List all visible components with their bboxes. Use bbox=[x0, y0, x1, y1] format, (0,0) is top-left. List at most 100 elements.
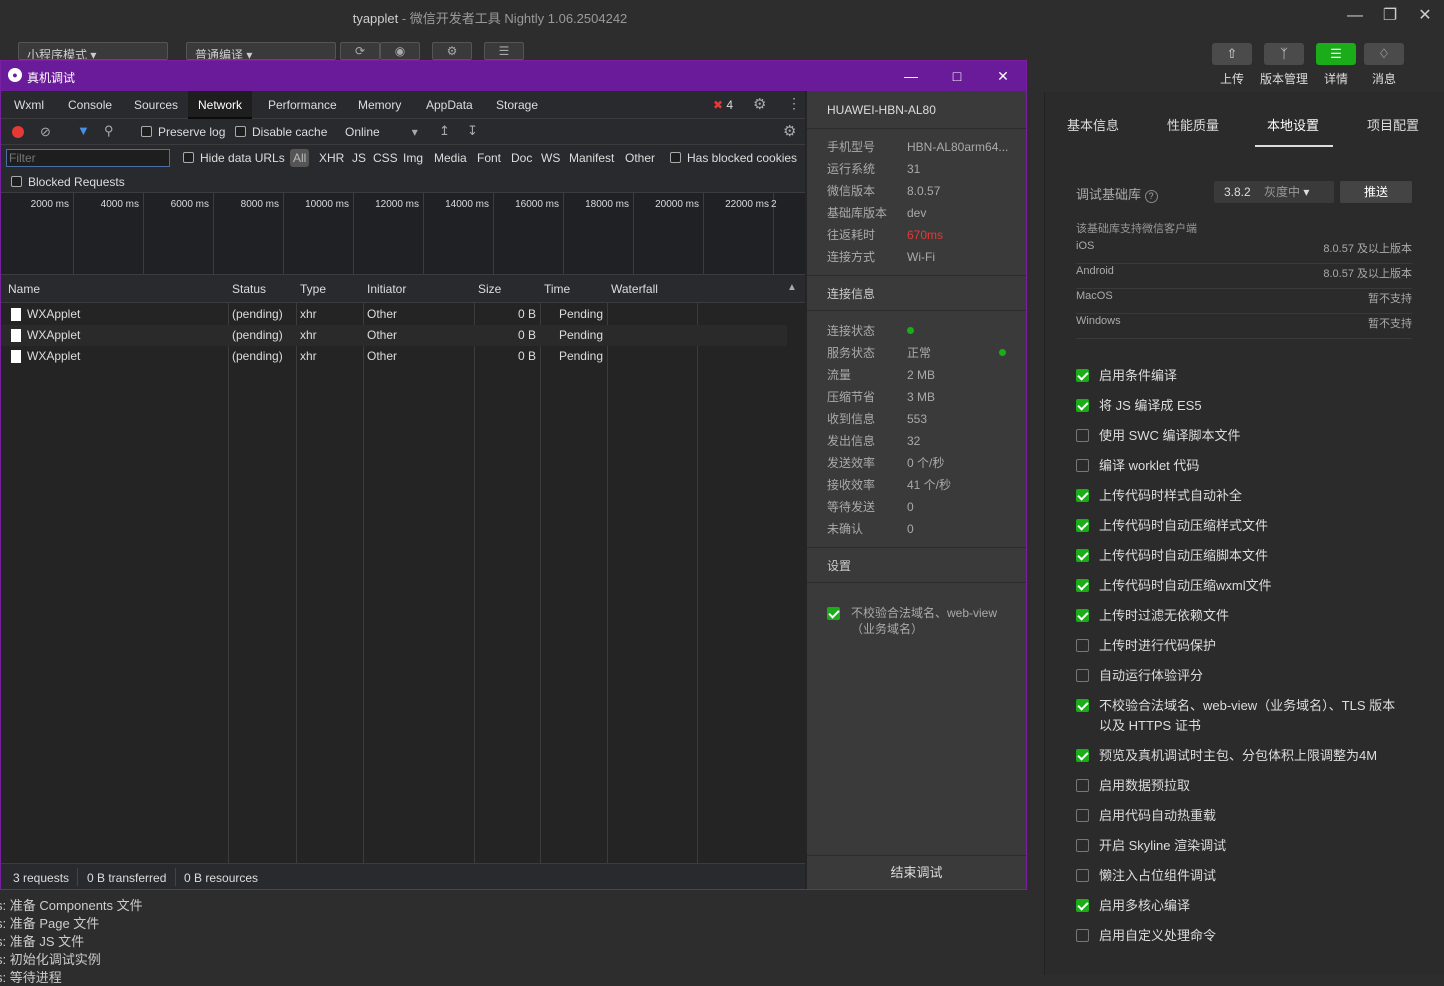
filter-input[interactable] bbox=[6, 149, 170, 167]
option-checkbox[interactable] bbox=[1076, 519, 1089, 532]
network-overview-timeline[interactable]: 2000 ms 4000 ms 6000 ms 8000 ms 10000 ms 1200… bbox=[1, 193, 805, 275]
option-checkbox[interactable] bbox=[1076, 549, 1089, 562]
filter-type-media[interactable]: Media bbox=[434, 151, 467, 165]
search-icon[interactable]: ⚲ bbox=[104, 123, 114, 139]
sort-arrow-icon[interactable]: ▲ bbox=[787, 282, 797, 293]
devtools-tab-storage[interactable]: Storage bbox=[486, 91, 548, 119]
local-setting-option[interactable]: 启用自定义处理命令 bbox=[1076, 926, 1406, 946]
layers-icon[interactable]: ☰ bbox=[484, 42, 524, 60]
filter-type-manifest[interactable]: Manifest bbox=[569, 151, 614, 165]
option-checkbox[interactable] bbox=[1076, 429, 1089, 442]
local-setting-option[interactable]: 使用 SWC 编译脚本文件 bbox=[1076, 426, 1406, 446]
compile-select[interactable]: 普通编译 ▾ bbox=[186, 42, 336, 60]
option-checkbox[interactable] bbox=[1076, 749, 1089, 762]
local-setting-option[interactable]: 上传时进行代码保护 bbox=[1076, 636, 1406, 656]
column-header-name[interactable]: Name bbox=[1, 275, 228, 303]
more-options-icon[interactable]: ⋮ bbox=[787, 95, 801, 112]
option-checkbox[interactable] bbox=[1076, 579, 1089, 592]
hide-data-urls-checkbox[interactable]: Hide data URLs bbox=[183, 151, 285, 165]
devtools-tab-performance[interactable]: Performance bbox=[258, 91, 347, 119]
local-setting-option[interactable]: 懒注入占位组件调试 bbox=[1076, 866, 1406, 886]
local-setting-option[interactable]: 上传代码时自动压缩脚本文件 bbox=[1076, 546, 1406, 566]
menu-icon[interactable]: ☰ bbox=[1316, 43, 1356, 65]
minimize-icon[interactable]: — bbox=[1339, 5, 1371, 27]
push-button[interactable]: 推送 bbox=[1340, 181, 1412, 203]
local-setting-option[interactable]: 自动运行体验评分 bbox=[1076, 666, 1406, 686]
settings-gear-icon[interactable]: ⚙ bbox=[783, 122, 796, 140]
option-checkbox[interactable] bbox=[1076, 459, 1089, 472]
debug-minimize-icon[interactable]: — bbox=[891, 65, 931, 87]
option-checkbox[interactable] bbox=[1076, 929, 1089, 942]
help-icon[interactable]: ? bbox=[1144, 190, 1158, 203]
local-setting-option[interactable]: 开启 Skyline 渲染调试 bbox=[1076, 836, 1406, 856]
local-setting-option[interactable]: 将 JS 编译成 ES5 bbox=[1076, 396, 1406, 416]
mode-select[interactable]: 小程序模式 ▾ bbox=[18, 42, 168, 60]
disable-cache-checkbox[interactable]: Disable cache bbox=[235, 125, 327, 139]
option-checkbox[interactable] bbox=[1076, 869, 1089, 882]
local-setting-option[interactable]: 不校验合法域名、web-view（业务域名）、TLS 版本以及 HTTPS 证书 bbox=[1076, 696, 1406, 736]
close-icon[interactable]: ✕ bbox=[1409, 5, 1441, 27]
option-checkbox[interactable] bbox=[1076, 699, 1089, 712]
throttle-select[interactable]: Online ▾ bbox=[345, 125, 418, 139]
maximize-icon[interactable]: ❐ bbox=[1374, 5, 1406, 27]
column-header-status[interactable]: Status bbox=[228, 275, 296, 303]
option-checkbox[interactable] bbox=[1076, 839, 1089, 852]
column-header-size[interactable]: Size bbox=[474, 275, 540, 303]
preserve-log-checkbox[interactable]: Preserve log bbox=[141, 125, 225, 139]
bell-icon[interactable]: ♢ bbox=[1364, 43, 1404, 65]
local-setting-option[interactable]: 启用条件编译 bbox=[1076, 366, 1406, 386]
end-debug-button[interactable]: 结束调试 bbox=[807, 855, 1026, 889]
upload-label[interactable]: 上传 bbox=[1202, 70, 1262, 87]
local-setting-option[interactable]: 上传代码时样式自动补全 bbox=[1076, 486, 1406, 506]
table-row[interactable]: WXApplet (pending) xhr Other 0 B Pending bbox=[1, 325, 787, 346]
debug-maximize-icon[interactable]: □ bbox=[937, 65, 977, 87]
local-setting-option[interactable]: 上传代码时自动压缩wxml文件 bbox=[1076, 576, 1406, 596]
error-count-badge[interactable]: ✖ 4 bbox=[713, 98, 733, 112]
filter-type-ws[interactable]: WS bbox=[541, 151, 560, 165]
upload-icon[interactable]: ⇧ bbox=[1212, 43, 1252, 65]
clear-icon[interactable]: ⊘ bbox=[40, 124, 51, 140]
option-checkbox[interactable] bbox=[1076, 779, 1089, 792]
blocked-requests-checkbox[interactable]: Blocked Requests bbox=[11, 175, 125, 189]
option-checkbox[interactable] bbox=[1076, 489, 1089, 502]
local-setting-option[interactable]: 编译 worklet 代码 bbox=[1076, 456, 1406, 476]
table-row[interactable]: WXApplet (pending) xhr Other 0 B Pending bbox=[1, 346, 787, 367]
local-setting-option[interactable]: 启用代码自动热重载 bbox=[1076, 806, 1406, 826]
setting-checkbox[interactable] bbox=[827, 607, 840, 620]
has-blocked-cookies-checkbox[interactable]: Has blocked cookies bbox=[670, 151, 797, 165]
option-checkbox[interactable] bbox=[1076, 369, 1089, 382]
tab-project-config[interactable]: 项目配置 bbox=[1367, 115, 1419, 134]
option-checkbox[interactable] bbox=[1076, 609, 1089, 622]
setting-option-row[interactable]: 不校验合法域名、web-view（业务域名） bbox=[827, 605, 1017, 637]
record-icon[interactable] bbox=[12, 126, 24, 138]
import-icon[interactable]: ↥ bbox=[439, 123, 450, 139]
sdk-version-select[interactable]: 3.8.2 灰度中 ▾ bbox=[1214, 181, 1334, 203]
option-checkbox[interactable] bbox=[1076, 899, 1089, 912]
local-setting-option[interactable]: 启用数据预拉取 bbox=[1076, 776, 1406, 796]
local-setting-option[interactable]: 上传代码时自动压缩样式文件 bbox=[1076, 516, 1406, 536]
filter-type-other[interactable]: Other bbox=[625, 151, 655, 165]
local-setting-option[interactable]: 启用多核心编译 bbox=[1076, 896, 1406, 916]
message-label[interactable]: 消息 bbox=[1354, 70, 1414, 87]
table-row[interactable]: WXApplet (pending) xhr Other 0 B Pending bbox=[1, 304, 787, 325]
devtools-settings-icon[interactable]: ⚙ bbox=[753, 95, 766, 113]
filter-type-all[interactable]: All bbox=[290, 149, 310, 167]
filter-type-doc[interactable]: Doc bbox=[511, 151, 532, 165]
debug-close-icon[interactable]: ✕ bbox=[983, 65, 1023, 87]
export-icon[interactable]: ↧ bbox=[467, 123, 478, 139]
filter-type-xhr[interactable]: XHR bbox=[319, 151, 344, 165]
column-header-time[interactable]: Time bbox=[540, 275, 607, 303]
devtools-tab-network[interactable]: Network bbox=[188, 91, 253, 119]
devtools-tab-wxml[interactable]: Wxml bbox=[4, 91, 54, 119]
version-label[interactable]: 版本管理 bbox=[1254, 70, 1314, 87]
tab-performance[interactable]: 性能质量 bbox=[1167, 115, 1219, 134]
local-setting-option[interactable]: 上传时过滤无依赖文件 bbox=[1076, 606, 1406, 626]
tab-basic-info[interactable]: 基本信息 bbox=[1067, 115, 1119, 134]
column-header-initiator[interactable]: Initiator bbox=[363, 275, 474, 303]
refresh-icon[interactable]: ⟳ bbox=[340, 42, 380, 60]
filter-type-img[interactable]: Img bbox=[403, 151, 423, 165]
filter-type-css[interactable]: CSS bbox=[373, 151, 398, 165]
option-checkbox[interactable] bbox=[1076, 639, 1089, 652]
column-header-waterfall[interactable]: Waterfall bbox=[607, 275, 805, 303]
devtools-tab-memory[interactable]: Memory bbox=[348, 91, 411, 119]
